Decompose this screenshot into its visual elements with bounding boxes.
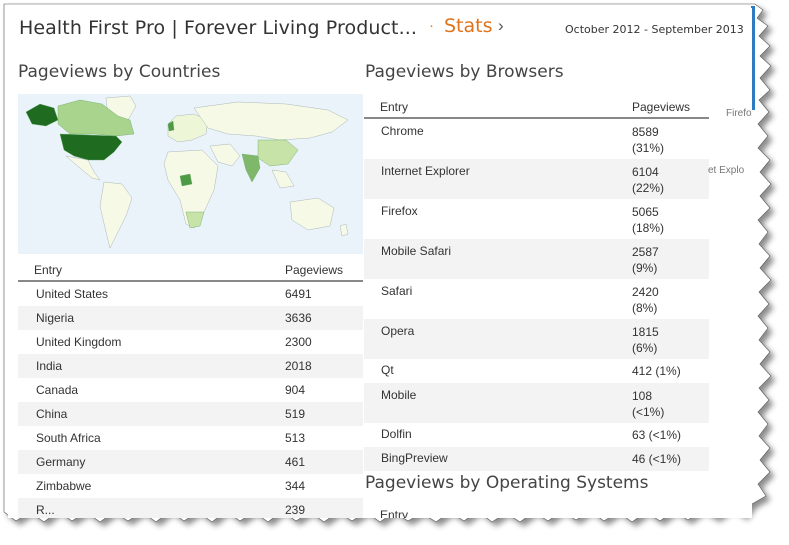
country-cell: Canada <box>36 383 79 397</box>
browser-cell: Safari <box>381 284 413 298</box>
pageviews-count: 2587 <box>632 245 659 259</box>
pageviews-cell: 1815 (6%) <box>632 319 709 359</box>
pageviews-cell: 2018 <box>285 354 363 378</box>
table-row: Firefox 5065 (18%) <box>364 199 709 239</box>
pageviews-cell: 239 <box>285 498 363 518</box>
pageviews-percent: (8%) <box>632 301 658 315</box>
os-column-header-entry[interactable]: Entry <box>380 508 408 518</box>
browser-cell: Dolfin <box>381 427 412 441</box>
table-row: Chrome 8589 (31%) <box>364 118 709 159</box>
column-header-pageviews[interactable]: Pageviews <box>285 260 363 282</box>
table-row: Opera 1815 (6%) <box>364 319 709 359</box>
pageviews-percent: (6%) <box>632 341 658 355</box>
table-row: Canada 904 <box>18 378 363 402</box>
country-cell: United Kingdom <box>36 335 122 349</box>
table-row: Germany 461 <box>18 450 363 474</box>
country-cell: United States <box>36 287 109 301</box>
pageviews-percent: (<1%) <box>632 405 665 419</box>
country-cell: Germany <box>18 450 285 474</box>
browsers-section-title: Pageviews by Browsers <box>365 62 564 82</box>
table-row: Internet Explorer 6104 (22%) <box>364 159 709 199</box>
pageviews-cell: 344 <box>285 479 306 493</box>
pageviews-cell: 519 <box>285 402 363 426</box>
pageviews-cell: 513 <box>285 431 306 445</box>
pageviews-count: 2420 <box>632 285 659 299</box>
pageviews-cell: 8589 (31%) <box>632 118 709 159</box>
stats-page: Health First Pro | Forever Living Produc… <box>8 8 752 518</box>
table-row: Qt 412 (1%) <box>364 359 709 383</box>
pageviews-cell: 46 (<1%) <box>632 447 709 471</box>
country-cell: China <box>18 402 285 426</box>
browser-cell: Internet Explorer <box>364 159 632 199</box>
pageviews-count: 108 <box>632 389 653 403</box>
date-range-selector[interactable]: October 2012 - September 2013 <box>565 23 744 36</box>
pageviews-percent: (31%) <box>632 141 665 155</box>
countries-section-title: Pageviews by Countries <box>18 62 221 82</box>
table-row: Safari 2420 (8%) <box>364 279 709 319</box>
browser-cell: Qt <box>381 363 394 377</box>
stats-breadcrumb-link[interactable]: Stats <box>444 15 493 37</box>
table-row: South Africa 513 <box>18 426 363 450</box>
pageviews-cell: 412 (1%) <box>632 364 681 378</box>
pie-legend-internet-explorer: et Explo <box>708 165 745 176</box>
table-row: Mobile Safari 2587 (9%) <box>364 239 709 279</box>
column-header-entry[interactable]: Entry <box>18 260 285 282</box>
pageviews-count: 5065 <box>632 205 659 219</box>
browser-cell: BingPreview <box>364 447 632 471</box>
browser-cell: Mobile <box>364 383 632 423</box>
table-row: Zimbabwe 344 <box>18 474 363 498</box>
country-cell: Zimbabwe <box>36 479 92 493</box>
table-row: United States 6491 <box>18 281 363 306</box>
pageviews-cell: 2420 (8%) <box>632 279 709 319</box>
pageviews-cell: 3636 <box>285 306 363 330</box>
table-row: Nigeria 3636 <box>18 306 363 330</box>
table-row: R... 239 <box>18 498 363 518</box>
browser-cell: Firefox <box>381 204 418 218</box>
table-row: United Kingdom 2300 <box>18 330 363 354</box>
table-row: Dolfin 63 (<1%) <box>364 423 709 447</box>
pageviews-cell: 108 (<1%) <box>632 383 709 423</box>
os-section-title: Pageviews by Operating Systems <box>365 473 649 493</box>
table-row: Mobile 108 (<1%) <box>364 383 709 423</box>
table-row: China 519 <box>18 402 363 426</box>
browser-cell: Chrome <box>381 124 424 138</box>
country-cell: India <box>18 354 285 378</box>
pageviews-cell: 904 <box>285 383 306 397</box>
column-header-entry[interactable]: Entry <box>364 96 632 119</box>
pageviews-cell: 2587 (9%) <box>632 239 709 279</box>
column-header-pageviews[interactable]: Pageviews <box>632 96 709 119</box>
pageviews-cell: 63 (<1%) <box>632 428 682 442</box>
pageviews-cell: 5065 (18%) <box>632 199 709 239</box>
map-nigeria <box>179 173 193 187</box>
breadcrumb-separator: · <box>429 17 434 34</box>
world-map[interactable] <box>18 94 363 254</box>
pie-legend-firefox: Firefox <box>726 108 752 119</box>
country-cell: Nigeria <box>18 306 285 330</box>
pageviews-cell: 6104 (22%) <box>632 159 709 199</box>
browser-cell: Mobile Safari <box>364 239 632 279</box>
pageviews-count: 8589 <box>632 125 659 139</box>
pageviews-cell: 461 <box>285 450 363 474</box>
site-title[interactable]: Health First Pro | Forever Living Produc… <box>19 17 417 39</box>
pageviews-percent: (9%) <box>632 261 658 275</box>
pageviews-cell: 2300 <box>285 335 312 349</box>
table-row: India 2018 <box>18 354 363 378</box>
country-cell: R... <box>18 498 285 518</box>
countries-table: Entry Pageviews United States 6491 Nigeri… <box>18 260 363 518</box>
pageviews-percent: (22%) <box>632 181 665 195</box>
browsers-table: Entry Pageviews Chrome 8589 (31%) Internet… <box>364 96 709 471</box>
table-row: BingPreview 46 (<1%) <box>364 447 709 471</box>
pageviews-count: 1815 <box>632 325 659 339</box>
stats-header: Health First Pro | Forever Living Produc… <box>8 8 752 48</box>
chevron-right-icon: › <box>498 16 504 35</box>
pageviews-count: 6104 <box>632 165 659 179</box>
pageviews-cell: 6491 <box>285 287 312 301</box>
browser-cell: Opera <box>364 319 632 359</box>
pageviews-percent: (18%) <box>632 221 665 235</box>
country-cell: South Africa <box>36 431 101 445</box>
